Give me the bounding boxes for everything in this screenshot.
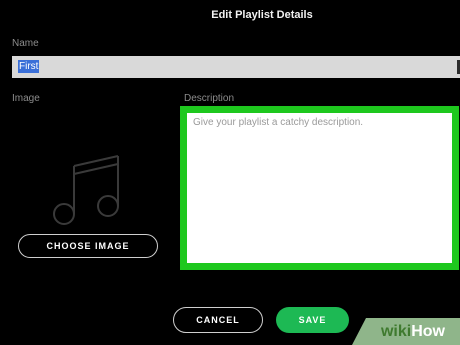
name-label: Name bbox=[12, 38, 39, 49]
wikihow-watermark: wikiHow bbox=[352, 318, 460, 345]
watermark-notch bbox=[352, 318, 366, 345]
name-input[interactable]: First bbox=[12, 56, 460, 78]
watermark-suffix: How bbox=[411, 323, 445, 340]
description-textarea[interactable]: Give your playlist a catchy description. bbox=[187, 113, 452, 263]
dialog-title: Edit Playlist Details bbox=[211, 9, 313, 21]
save-button[interactable]: SAVE bbox=[276, 307, 349, 333]
cancel-button[interactable]: CANCEL bbox=[173, 307, 263, 333]
choose-image-button[interactable]: CHOOSE IMAGE bbox=[18, 234, 158, 258]
name-input-value: First bbox=[18, 60, 40, 73]
watermark-prefix: wiki bbox=[380, 323, 412, 340]
image-label: Image bbox=[12, 93, 40, 104]
description-placeholder: Give your playlist a catchy description. bbox=[193, 117, 364, 128]
description-label: Description bbox=[184, 93, 235, 104]
music-note-icon bbox=[53, 155, 119, 225]
